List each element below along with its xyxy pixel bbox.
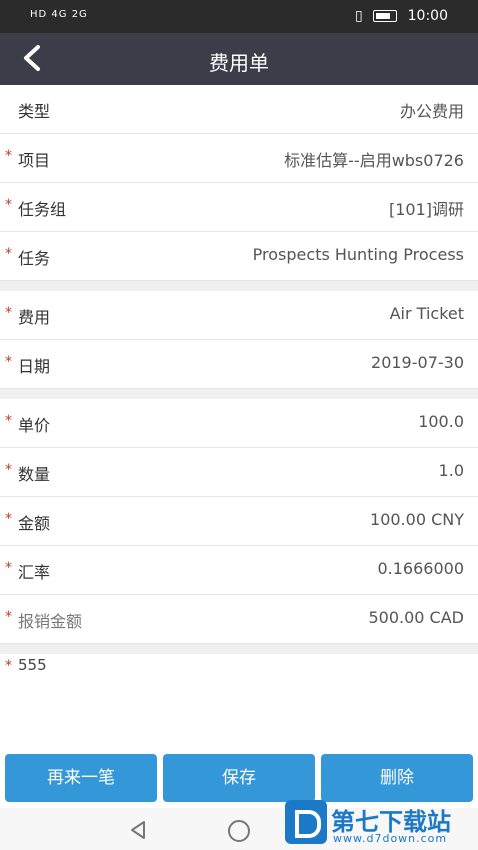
section-divider — [0, 389, 478, 399]
battery-icon — [373, 10, 398, 22]
required-icon: * — [5, 560, 12, 576]
field-label: 单价 — [18, 416, 51, 435]
field-value: 100.0 — [418, 412, 464, 431]
required-icon: * — [5, 197, 12, 213]
field-label: 报销金额 — [18, 612, 83, 631]
field-label: 数量 — [18, 465, 51, 484]
note-text: 555 — [18, 656, 47, 674]
required-icon: * — [5, 354, 12, 370]
vibrate-icon: ▯ — [355, 8, 363, 24]
add-another-button[interactable]: 再来一笔 — [5, 754, 157, 802]
field-value: [101]调研 — [388, 200, 464, 219]
field-label: 金额 — [18, 514, 51, 533]
watermark: 第七下载站 www.d7down.com — [285, 800, 475, 848]
field-label: 任务 — [18, 249, 51, 268]
field-date[interactable]: * 日期 2019-07-30 — [0, 340, 478, 389]
page-title: 费用单 — [209, 51, 269, 75]
note-field[interactable]: * 555 — [0, 654, 478, 754]
field-project[interactable]: * 项目 标准估算--启用wbs0726 — [0, 134, 478, 183]
field-quantity[interactable]: * 数量 1.0 — [0, 448, 478, 497]
field-task-group[interactable]: * 任务组 [101]调研 — [0, 183, 478, 232]
clock: 10:00 — [407, 8, 448, 24]
field-value: 500.00 CAD — [368, 608, 464, 627]
field-task[interactable]: * 任务 Prospects Hunting Process — [0, 232, 478, 281]
required-icon: * — [5, 413, 12, 429]
field-label: 费用 — [18, 308, 51, 327]
field-value: Air Ticket — [389, 304, 464, 323]
title-bar: 费用单 — [0, 33, 478, 85]
required-icon: * — [5, 658, 12, 674]
field-value: Prospects Hunting Process — [252, 245, 464, 264]
field-label: 项目 — [18, 151, 51, 170]
required-icon: * — [5, 462, 12, 478]
required-icon: * — [5, 305, 12, 321]
action-bar: 再来一笔 保存 删除 — [0, 748, 478, 808]
status-bar: HD 4G 2G ▯ 10:00 — [0, 0, 478, 33]
field-value: 2019-07-30 — [371, 353, 464, 372]
nav-home-icon[interactable] — [228, 820, 250, 842]
required-icon: * — [5, 511, 12, 527]
section-divider — [0, 281, 478, 291]
signal-indicators: HD 4G 2G — [30, 9, 88, 20]
field-value: 0.1666000 — [377, 559, 464, 578]
required-icon: * — [5, 246, 12, 262]
field-value: 办公费用 — [399, 102, 464, 121]
delete-button[interactable]: 删除 — [321, 754, 473, 802]
watermark-url: www.d7down.com — [333, 832, 448, 845]
field-expense[interactable]: * 费用 Air Ticket — [0, 291, 478, 340]
field-value: 100.00 CNY — [370, 510, 464, 529]
field-label: 任务组 — [18, 200, 67, 219]
required-icon: * — [5, 148, 12, 164]
field-exchange-rate[interactable]: * 汇率 0.1666000 — [0, 546, 478, 595]
field-value: 标准估算--启用wbs0726 — [284, 151, 464, 170]
field-label: 汇率 — [18, 563, 51, 582]
form-list: 类型 办公费用 * 项目 标准估算--启用wbs0726 * 任务组 [101]… — [0, 85, 478, 754]
nav-back-icon[interactable] — [128, 820, 148, 840]
watermark-logo-icon — [285, 800, 327, 844]
save-button[interactable]: 保存 — [163, 754, 315, 802]
field-type[interactable]: 类型 办公费用 — [0, 85, 478, 134]
status-right: ▯ 10:00 — [355, 8, 448, 24]
field-value: 1.0 — [438, 461, 464, 480]
field-label: 日期 — [18, 357, 51, 376]
section-divider — [0, 644, 478, 654]
field-reimburse-amount: * 报销金额 500.00 CAD — [0, 595, 478, 644]
field-label: 类型 — [18, 102, 51, 121]
required-icon: * — [5, 609, 12, 625]
field-unit-price[interactable]: * 单价 100.0 — [0, 399, 478, 448]
field-amount[interactable]: * 金额 100.00 CNY — [0, 497, 478, 546]
